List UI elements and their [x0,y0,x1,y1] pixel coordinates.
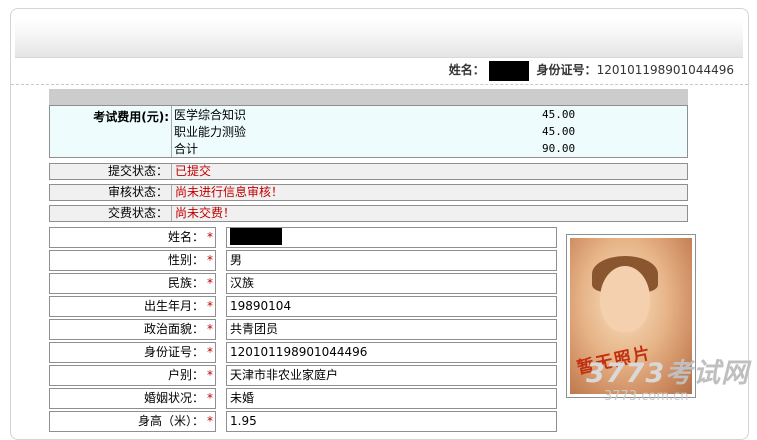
field-value-ethnicity: 汉族 [226,273,557,294]
exam-fee-panel: 考试费用(元): 医学综合知识 45.00 职业能力测验 45.00 合计 90… [49,105,688,158]
redacted-name [488,60,529,81]
field-label: 姓名： [167,230,204,244]
submit-status-label: 提交状态： [50,164,172,179]
required-mark: * [207,299,213,313]
field-value-marital: 未婚 [226,388,557,409]
field-value-idnumber: 120101198901044496 [226,342,557,363]
fee-row: 医学综合知识 45.00 [174,107,684,123]
field-label: 身份证号： [143,345,204,359]
watermark-domain: 3773.com.cn [604,389,689,404]
fee-item-name: 医学综合知识 [174,108,247,122]
watermark-number: 3773 [586,358,666,389]
fee-label: 考试费用(元): [50,106,172,157]
submit-status-value: 已提交 [175,164,212,178]
watermark-text: 考试网 [665,358,750,389]
fee-item-amount: 45.00 [542,108,576,121]
field-label: 民族： [167,276,204,290]
field-label: 出生年月： [143,299,204,313]
required-mark: * [207,230,213,244]
required-mark: * [207,322,213,336]
user-info-line: 姓名： 身份证号：120101198901044496 [448,60,734,81]
name-label: 姓名： [448,63,485,77]
review-status-row: 审核状态： 尚未进行信息审核！ [49,184,688,201]
fee-item-amount: 45.00 [542,125,576,138]
field-value-birth: 19890104 [226,296,557,317]
field-label: 政治面貌： [143,322,204,336]
payment-status-label: 交费状态： [50,206,172,221]
top-header-band [15,19,743,58]
id-value: 120101198901044496 [596,63,734,77]
field-label: 户别： [167,368,204,382]
site-watermark-logo: 3773考试网 3773.com.cn [586,359,756,419]
required-mark: * [207,368,213,382]
required-mark: * [207,345,213,359]
field-value-household: 天津市非农业家庭户 [226,365,557,386]
fee-item-name: 职业能力测验 [174,125,247,139]
field-value-political: 共青团员 [226,319,557,340]
required-mark: * [207,253,213,267]
field-value-height: 1.95 [226,411,557,432]
field-value-name [226,227,557,248]
id-label: 身份证号： [536,63,597,77]
payment-status-value: 尚未交费！ [175,206,236,220]
redacted-name-value [230,228,282,245]
field-label: 性别： [167,253,204,267]
divider [11,84,748,85]
field-value-gender: 男 [226,250,557,271]
fee-total-label: 合计 [174,142,199,156]
required-mark: * [207,391,213,405]
payment-status-row: 交费状态： 尚未交费！ [49,205,688,222]
review-status-label: 审核状态： [50,185,172,200]
required-mark: * [207,414,213,428]
field-label: 身高（米）： [137,414,204,428]
submit-status-row: 提交状态： 已提交 [49,163,688,180]
review-status-value: 尚未进行信息审核！ [175,185,284,199]
required-mark: * [207,276,213,290]
fee-total-amount: 90.00 [542,142,576,155]
fee-row: 职业能力测验 45.00 [174,124,684,140]
fee-row: 合计 90.00 [174,141,684,157]
field-label: 婚姻状况： [143,391,204,405]
